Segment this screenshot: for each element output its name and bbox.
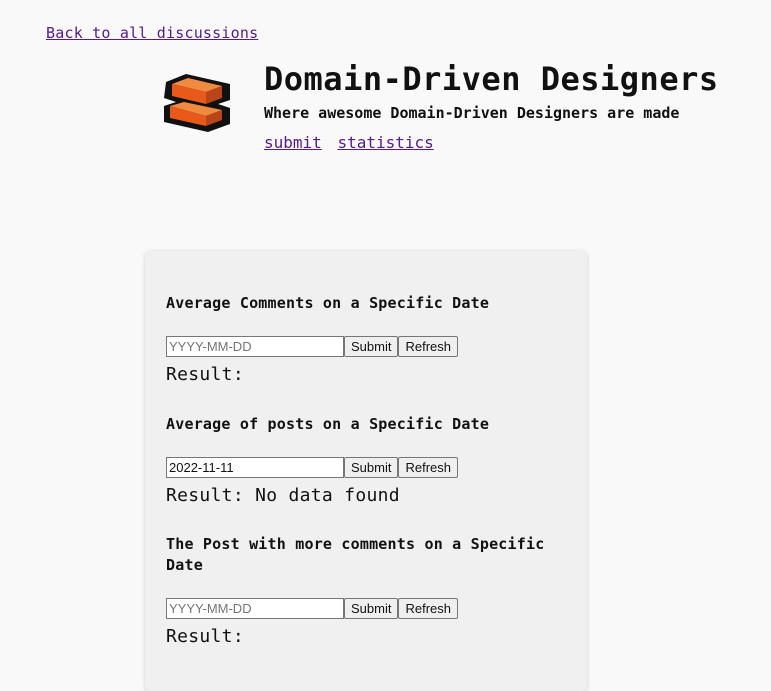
refresh-button[interactable]: Refresh — [398, 336, 458, 357]
date-input[interactable] — [166, 598, 344, 619]
submit-button[interactable]: Submit — [344, 598, 399, 619]
site-tagline: Where awesome Domain-Driven Designers ar… — [264, 104, 680, 122]
statistics-card: Average Comments on a Specific Date Subm… — [145, 251, 587, 691]
date-form: Submit Refresh — [166, 598, 576, 619]
statistics-link[interactable]: statistics — [337, 133, 433, 152]
avg-posts-section: Average of posts on a Specific Date Subm… — [166, 414, 566, 506]
top-post-section: The Post with more comments on a Specifi… — [166, 534, 576, 647]
brand-logo-icon — [164, 74, 230, 132]
site-title: Domain-Driven Designers — [264, 60, 719, 98]
submit-button[interactable]: Submit — [344, 457, 399, 478]
section-title: Average of posts on a Specific Date — [166, 415, 490, 433]
submit-link[interactable]: submit — [264, 133, 322, 152]
back-to-discussions-link[interactable]: Back to all discussions — [46, 24, 258, 42]
submit-button[interactable]: Submit — [344, 336, 399, 357]
section-title: Average Comments on a Specific Date — [166, 294, 490, 312]
date-input[interactable] — [166, 457, 344, 478]
section-title: The Post with more comments on a Specifi… — [166, 535, 545, 574]
date-form: Submit Refresh — [166, 457, 566, 478]
result-text: Result: — [166, 364, 244, 385]
date-input[interactable] — [166, 336, 344, 357]
result-text: Result: — [166, 626, 244, 647]
site-nav: submit statistics — [264, 133, 440, 152]
result-text: Result: No data found — [166, 485, 400, 506]
date-form: Submit Refresh — [166, 336, 566, 357]
refresh-button[interactable]: Refresh — [398, 598, 458, 619]
refresh-button[interactable]: Refresh — [398, 457, 458, 478]
avg-comments-section: Average Comments on a Specific Date Subm… — [166, 293, 566, 385]
